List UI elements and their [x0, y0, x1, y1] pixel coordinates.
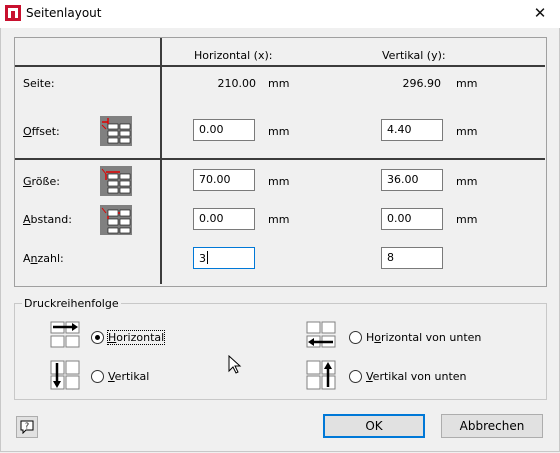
offset-diagram-icon — [100, 116, 132, 146]
window-title: Seitenlayout — [26, 6, 102, 20]
label-groesse: Größe: — [23, 175, 60, 188]
radio-vertical[interactable] — [91, 370, 104, 383]
count-x-input[interactable]: 3 — [193, 247, 255, 269]
grid-divider-vertical — [160, 38, 162, 284]
print-order-title: Druckreihenfolge — [22, 297, 121, 310]
spacing-diagram-icon — [100, 205, 132, 235]
app-icon — [5, 5, 21, 21]
order-horizontal-icon — [50, 321, 80, 348]
help-icon: ? — [20, 420, 34, 434]
order-horizontal-bottom-icon — [306, 321, 336, 348]
offset-y-input[interactable]: 4.40 — [381, 119, 443, 141]
label-abstand: Abstand: — [23, 213, 72, 226]
radio-horizontal[interactable] — [91, 331, 104, 344]
radio-horizontal-bottom-label[interactable]: Horizontal von unten — [366, 331, 481, 344]
order-vertical-icon — [50, 360, 80, 390]
label-anzahl: Anzahl: — [23, 252, 64, 265]
unit-mm: mm — [268, 125, 290, 138]
unit-mm: mm — [456, 213, 478, 226]
unit-mm: mm — [456, 125, 478, 138]
radio-horizontal-bottom[interactable] — [349, 331, 362, 344]
offset-x-input[interactable]: 0.00 — [193, 119, 255, 141]
unit-mm: mm — [268, 77, 290, 90]
title-bar: Seitenlayout ✕ — [0, 0, 560, 28]
size-x-input[interactable]: 70.00 — [193, 169, 255, 191]
header-horizontal: Horizontal (x): — [194, 49, 273, 62]
cancel-button[interactable]: Abbrechen — [441, 414, 543, 438]
order-vertical-bottom-icon — [306, 360, 336, 390]
spacing-y-input[interactable]: 0.00 — [381, 208, 443, 230]
unit-mm: mm — [268, 213, 290, 226]
unit-mm: mm — [456, 175, 478, 188]
spacing-x-input[interactable]: 0.00 — [193, 208, 255, 230]
radio-horizontal-label[interactable]: Horizontal — [106, 330, 166, 345]
page-height-value: 296.90 — [402, 77, 442, 90]
header-vertical: Vertikal (y): — [382, 49, 446, 62]
close-icon[interactable]: ✕ — [525, 2, 555, 24]
layout-grid — [14, 37, 547, 287]
label-offset: Offset: — [23, 125, 60, 138]
radio-vertical-bottom[interactable] — [349, 370, 362, 383]
size-diagram-icon — [100, 166, 132, 196]
radio-vertical-bottom-label[interactable]: Vertikal von unten — [366, 370, 467, 383]
radio-vertical-label[interactable]: Vertikal — [108, 370, 149, 383]
page-width-value: 210.00 — [217, 77, 257, 90]
count-y-input[interactable]: 8 — [381, 247, 443, 269]
ok-button[interactable]: OK — [323, 414, 425, 438]
size-y-input[interactable]: 36.00 — [381, 169, 443, 191]
unit-mm: mm — [456, 77, 478, 90]
svg-text:?: ? — [25, 422, 29, 431]
print-order-group — [14, 303, 547, 400]
label-seite: Seite: — [23, 77, 55, 90]
mouse-cursor-icon — [228, 355, 242, 374]
grid-divider-header — [15, 65, 545, 67]
grid-divider-section — [15, 158, 545, 160]
unit-mm: mm — [268, 175, 290, 188]
help-button[interactable]: ? — [16, 416, 38, 438]
